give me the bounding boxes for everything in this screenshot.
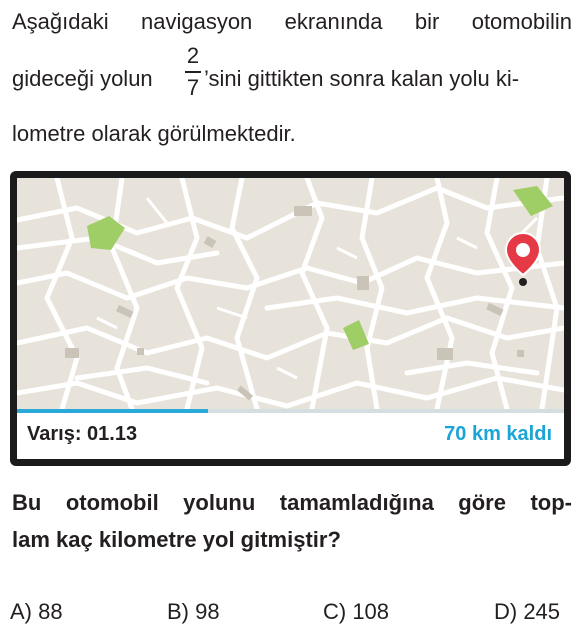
option-a[interactable]: A) 88 <box>10 596 63 628</box>
arrival-time: Varış: 01.13 <box>27 423 138 445</box>
question-stem-line-1: Aşağıdaki navigasyon ekranında bir otomo… <box>12 9 572 34</box>
option-d[interactable]: D) 245 <box>494 596 560 628</box>
location-pin-icon <box>504 231 542 286</box>
fraction-bar <box>185 71 201 73</box>
fraction-numerator: 2 <box>186 43 200 68</box>
remaining-distance: 70 km kaldı <box>444 423 552 445</box>
question-line-2: lam kaç kilometre yol gitmiştir? <box>12 527 341 552</box>
route-progress-fill <box>17 409 209 413</box>
navigation-device: Varış: 01.13 70 km kaldı <box>10 171 571 466</box>
route-progress-track <box>17 409 564 413</box>
stem-text-after-fraction: ’sini gittikten sonra kalan yolu ki- <box>204 66 520 91</box>
question-stem-line-3: lometre olarak görülmektedir. <box>12 121 296 146</box>
option-c[interactable]: C) 108 <box>323 596 389 628</box>
navigation-screen: Varış: 01.13 70 km kaldı <box>17 178 564 459</box>
city-map <box>17 178 564 409</box>
question-stem-line-2: gideceği yolun 2 7 ’sini gittikten sonra… <box>12 43 572 113</box>
fraction-two-sevenths: 2 7 <box>184 43 202 101</box>
fraction-denominator: 7 <box>186 74 200 100</box>
option-b[interactable]: B) 98 <box>167 596 220 628</box>
stem-text-before-fraction: gideceği yolun <box>12 66 153 91</box>
navigation-status-bar: Varış: 01.13 70 km kaldı <box>17 409 564 459</box>
answer-options: A) 88 B) 98 C) 108 D) 245 <box>10 596 571 628</box>
question-line-1: Bu otomobil yolunu tamamladığına göre to… <box>12 490 572 515</box>
